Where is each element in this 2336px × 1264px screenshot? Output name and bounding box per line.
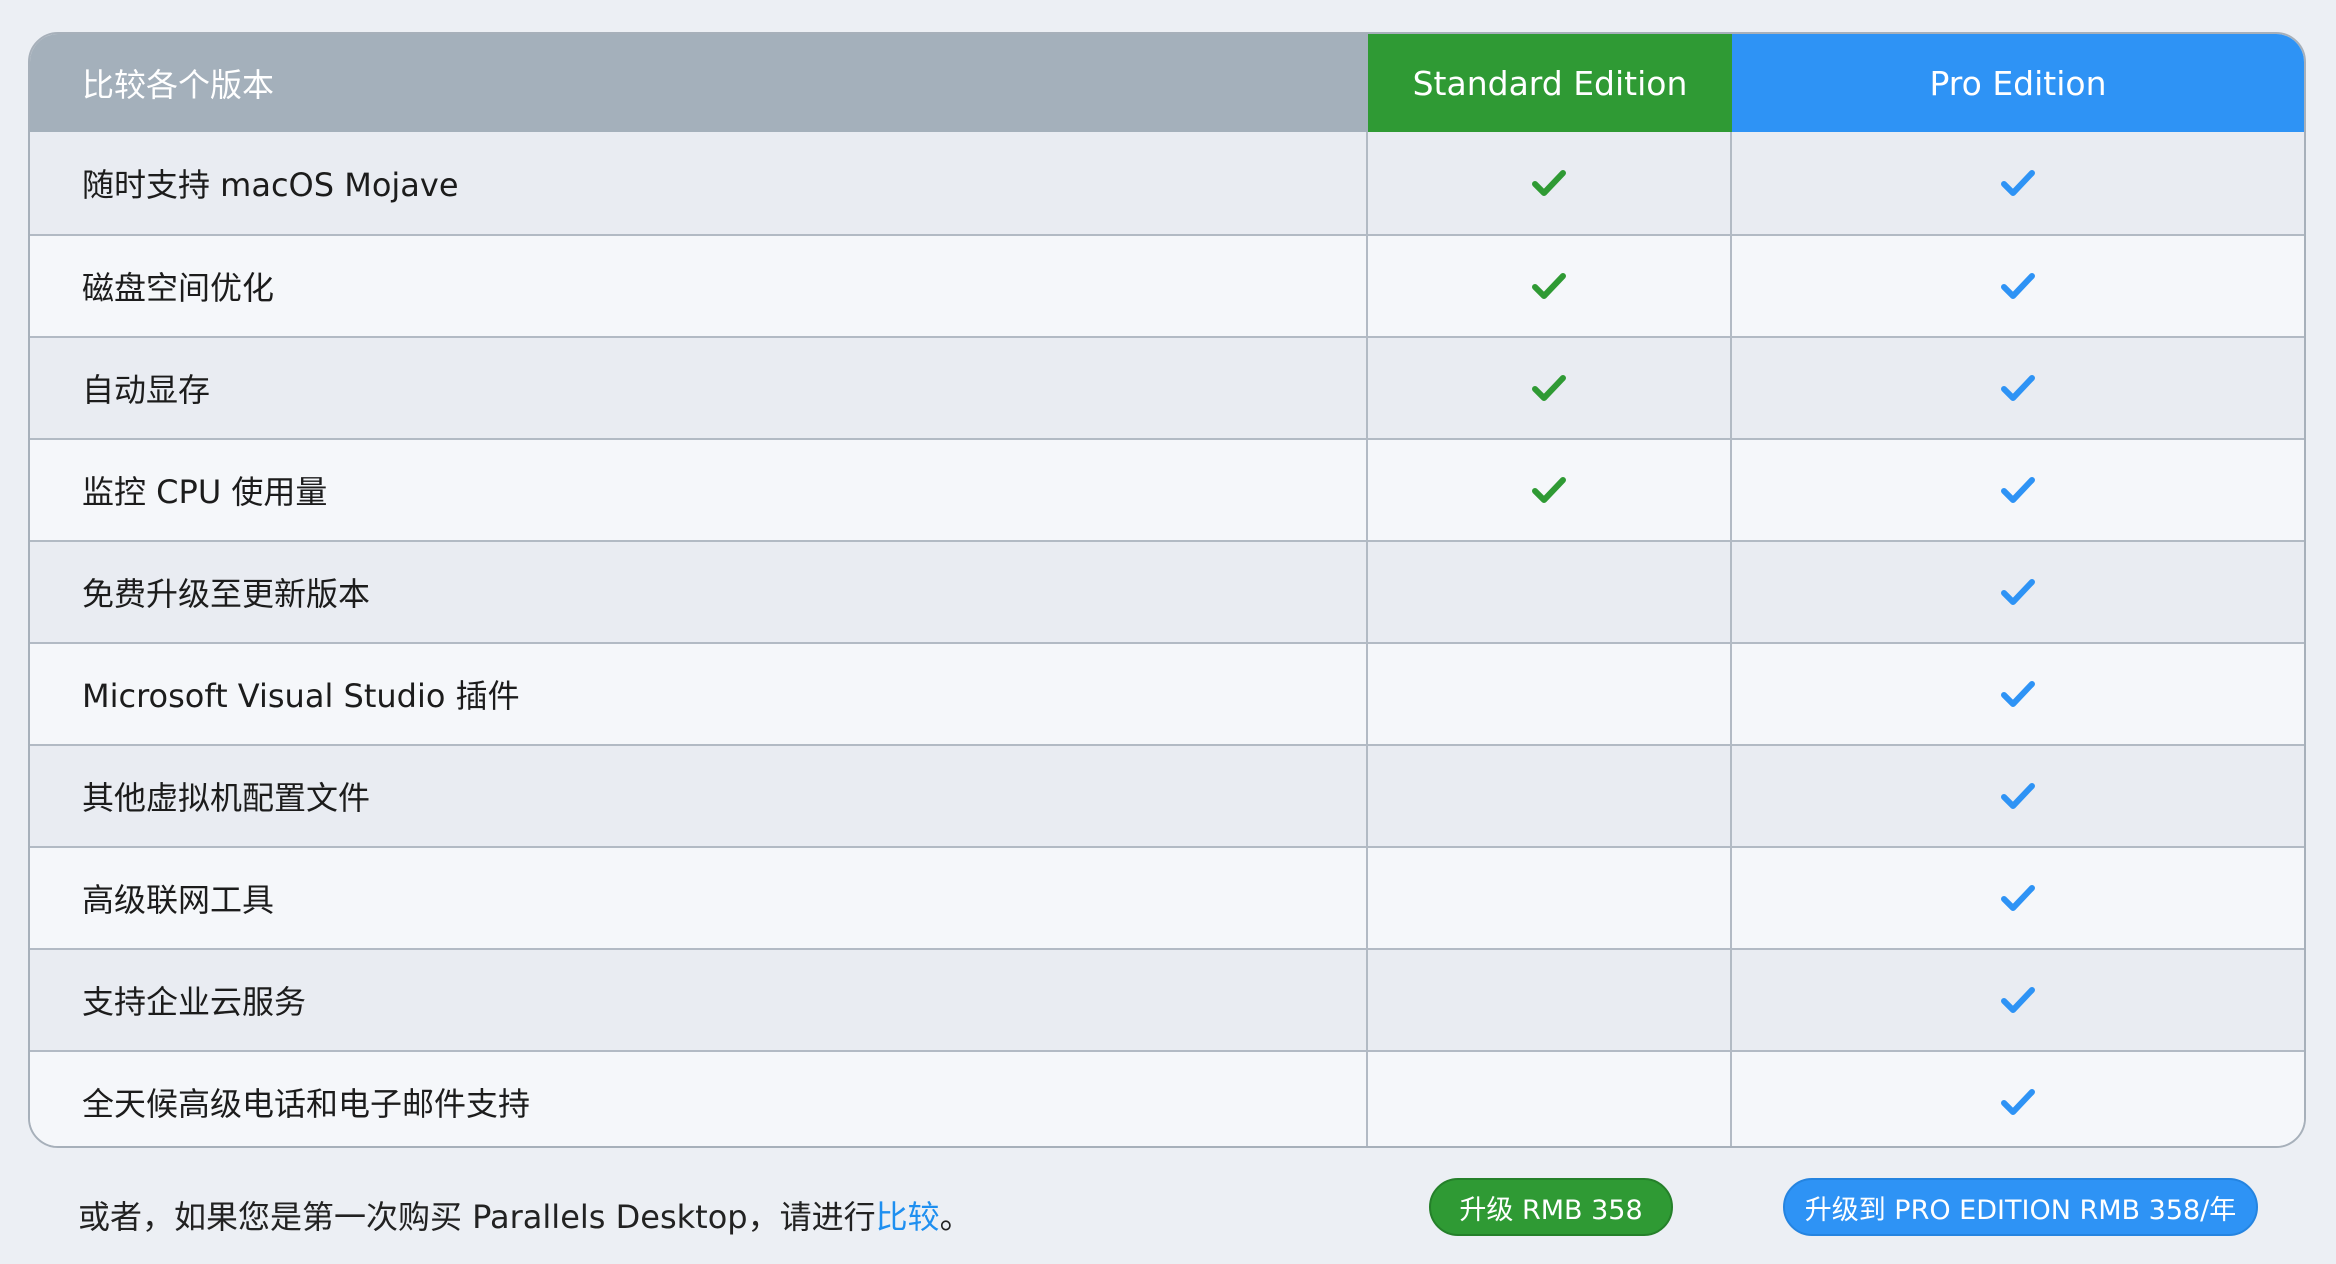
standard-edition-cell <box>1368 542 1732 642</box>
checkmark-icon <box>2001 680 2035 708</box>
pro-edition-cell <box>1732 542 2304 642</box>
pro-edition-cell <box>1732 132 2304 234</box>
checkmark-icon <box>2001 986 2035 1014</box>
feature-label: 高级联网工具 <box>30 848 1368 948</box>
pro-edition-cell <box>1732 338 2304 438</box>
standard-edition-cell <box>1368 440 1732 540</box>
pro-edition-cell <box>1732 848 2304 948</box>
footer: 或者，如果您是第一次购买 Parallels Desktop，请进行比较。 升级… <box>0 1148 2336 1264</box>
checkmark-icon <box>1532 272 1566 300</box>
checkmark-icon <box>2001 272 2035 300</box>
standard-edition-cell <box>1368 338 1732 438</box>
upgrade-standard-button[interactable]: 升级 RMB 358 <box>1429 1178 1673 1236</box>
footer-text-before: 或者，如果您是第一次购买 Parallels Desktop，请进行 <box>78 1198 876 1236</box>
table-body: 随时支持 macOS Mojave 磁盘空间优化 自动显存 监控 CPU 使用量 免费升… <box>30 132 2304 1146</box>
standard-edition-cell <box>1368 746 1732 846</box>
feature-label: 其他虚拟机配置文件 <box>30 746 1368 846</box>
pro-edition-cell <box>1732 644 2304 744</box>
table-row: 监控 CPU 使用量 <box>30 438 2304 540</box>
feature-label: 全天候高级电话和电子邮件支持 <box>30 1052 1368 1146</box>
feature-label: 支持企业云服务 <box>30 950 1368 1050</box>
table-row: 全天候高级电话和电子邮件支持 <box>30 1050 2304 1146</box>
table-row: 磁盘空间优化 <box>30 234 2304 336</box>
table-row: 免费升级至更新版本 <box>30 540 2304 642</box>
feature-label: 自动显存 <box>30 338 1368 438</box>
feature-label: 磁盘空间优化 <box>30 236 1368 336</box>
table-row: 随时支持 macOS Mojave <box>30 132 2304 234</box>
standard-edition-cell <box>1368 1052 1732 1146</box>
pro-edition-cell <box>1732 1052 2304 1146</box>
pro-edition-cell <box>1732 746 2304 846</box>
footer-text-after: 。 <box>939 1198 972 1236</box>
checkmark-icon <box>1532 374 1566 402</box>
standard-edition-cell <box>1368 236 1732 336</box>
pro-edition-cell <box>1732 236 2304 336</box>
feature-label: Microsoft Visual Studio 插件 <box>30 644 1368 744</box>
feature-label: 免费升级至更新版本 <box>30 542 1368 642</box>
standard-edition-cell <box>1368 132 1732 234</box>
pro-edition-cell <box>1732 950 2304 1050</box>
standard-edition-cell <box>1368 644 1732 744</box>
checkmark-icon <box>2001 476 2035 504</box>
checkmark-icon <box>2001 1088 2035 1116</box>
table-header: 比较各个版本 Standard Edition Pro Edition <box>30 34 2304 132</box>
checkmark-icon <box>1532 169 1566 197</box>
standard-edition-cell <box>1368 950 1732 1050</box>
table-row: 支持企业云服务 <box>30 948 2304 1050</box>
footer-text: 或者，如果您是第一次购买 Parallels Desktop，请进行比较。 <box>78 1192 972 1238</box>
checkmark-icon <box>2001 578 2035 606</box>
header-standard-edition: Standard Edition <box>1368 34 1732 132</box>
table-row: 其他虚拟机配置文件 <box>30 744 2304 846</box>
feature-label: 随时支持 macOS Mojave <box>30 132 1368 234</box>
header-feature-column: 比较各个版本 <box>30 34 1368 132</box>
pro-edition-cell <box>1732 440 2304 540</box>
checkmark-icon <box>2001 169 2035 197</box>
checkmark-icon <box>2001 782 2035 810</box>
checkmark-icon <box>2001 374 2035 402</box>
feature-label: 监控 CPU 使用量 <box>30 440 1368 540</box>
header-pro-edition: Pro Edition <box>1732 34 2304 132</box>
checkmark-icon <box>2001 884 2035 912</box>
comparison-table: 比较各个版本 Standard Edition Pro Edition 随时支持… <box>28 32 2306 1148</box>
checkmark-icon <box>1532 476 1566 504</box>
table-row: Microsoft Visual Studio 插件 <box>30 642 2304 744</box>
standard-edition-cell <box>1368 848 1732 948</box>
table-row: 高级联网工具 <box>30 846 2304 948</box>
compare-link[interactable]: 比较 <box>876 1198 940 1236</box>
table-row: 自动显存 <box>30 336 2304 438</box>
upgrade-pro-button[interactable]: 升级到 PRO EDITION RMB 358/年 <box>1783 1178 2258 1236</box>
